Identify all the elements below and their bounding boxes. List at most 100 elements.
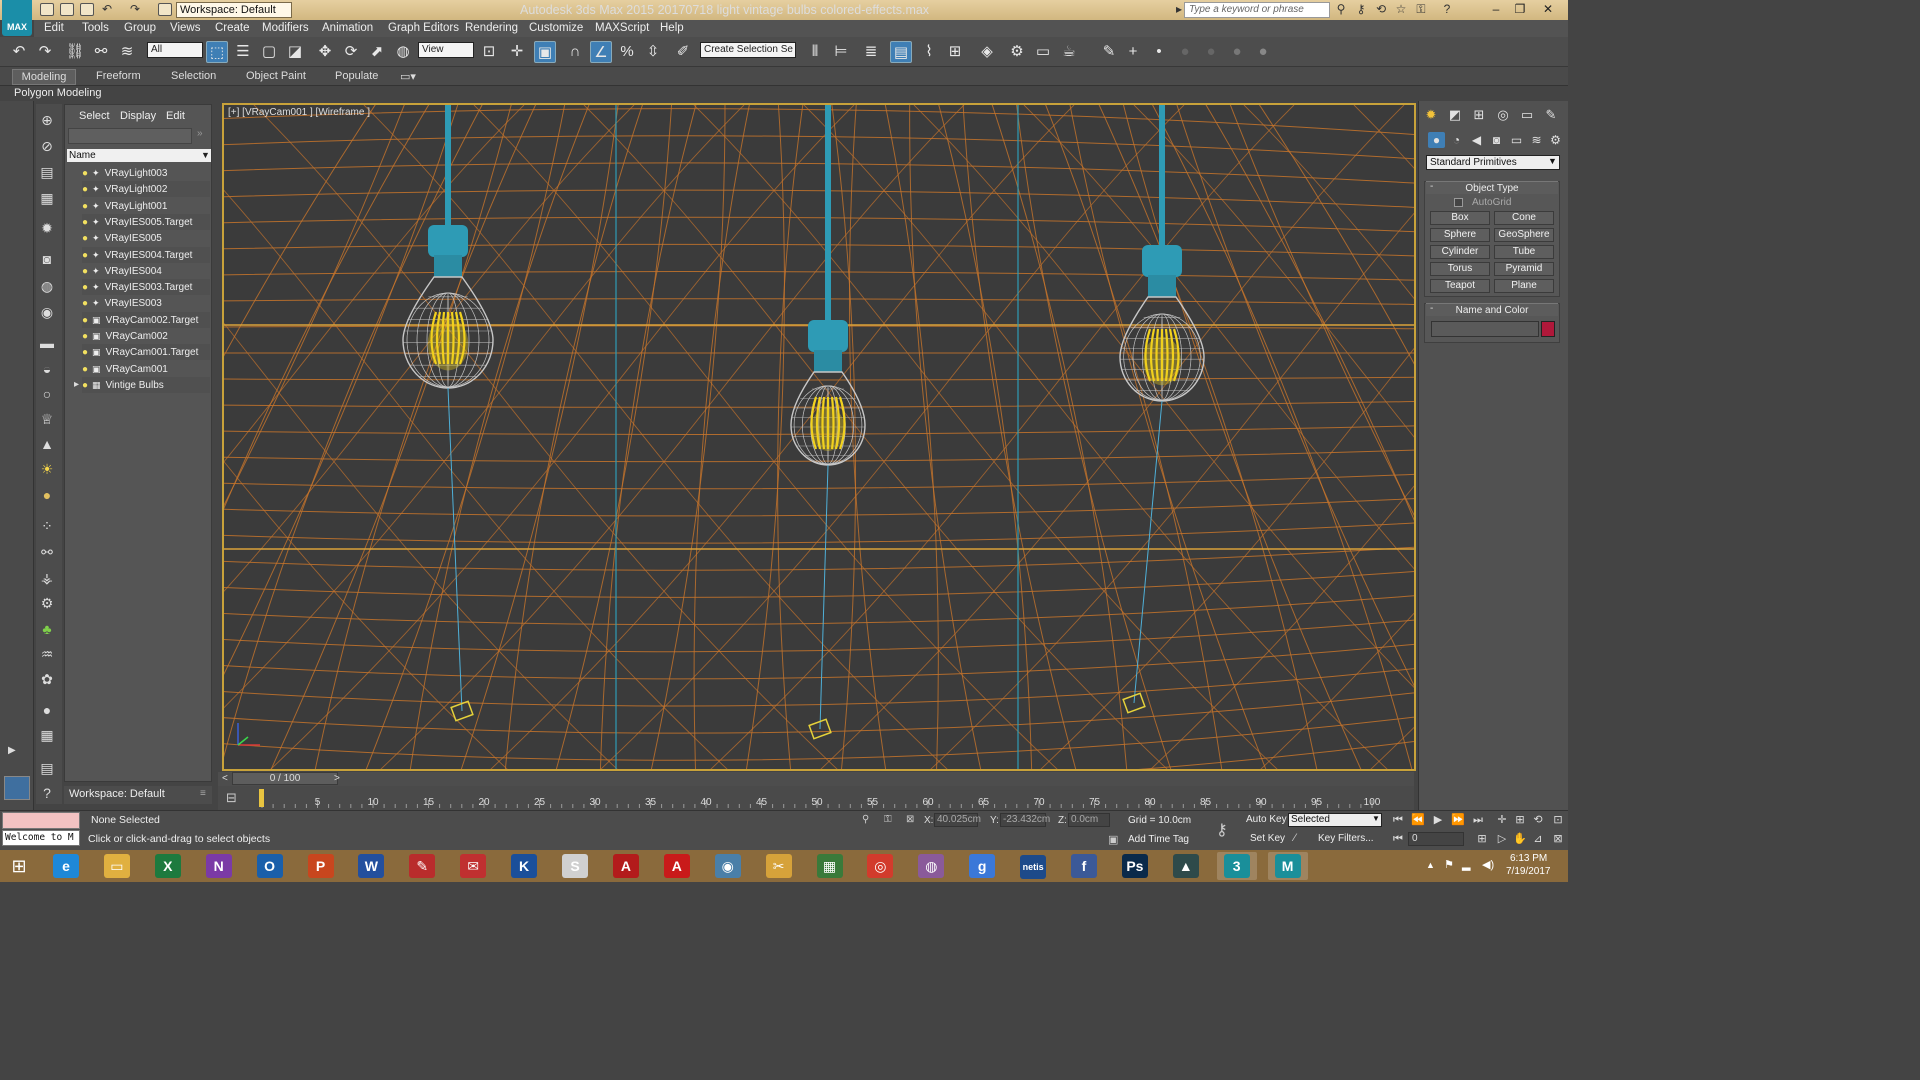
y-coordinate-field[interactable]: -23.432cm (1000, 813, 1050, 827)
network-icon[interactable]: ▂ (1462, 858, 1470, 871)
named-selection-dropdown[interactable]: Create Selection Se (700, 42, 796, 58)
volume-icon[interactable]: ◀) (1482, 858, 1494, 871)
action-center-icon[interactable]: ⚑ (1444, 858, 1454, 871)
move-icon[interactable]: ✥ (314, 41, 336, 63)
helpers-category-icon[interactable]: ▭ (1508, 132, 1525, 148)
display-none-icon[interactable]: ⊘ (37, 137, 57, 155)
explorer-tab-edit[interactable]: Edit (166, 110, 185, 122)
explorer-row[interactable]: ● ✦ VRayIES005.Target (82, 213, 210, 230)
app-globe-taskbar-icon[interactable]: ◉ (708, 852, 748, 880)
key-icon[interactable]: ⚷ (1354, 3, 1368, 16)
file-explorer-taskbar-icon[interactable]: ▭ (97, 852, 137, 880)
cameras-filter-icon[interactable]: ◙ (37, 250, 57, 268)
ribbon-tab-populate[interactable]: Populate (335, 70, 378, 82)
spacewarps-filter-icon[interactable]: ◉ (37, 303, 57, 321)
app-mountain-taskbar-icon[interactable]: ▲ (1166, 852, 1206, 880)
viewport-label[interactable]: [+] [VRayCam001 ] [Wireframe ] (228, 107, 370, 118)
workspace-dropdown[interactable]: Workspace: Default (176, 2, 292, 18)
powerpoint-taskbar-icon[interactable]: P (301, 852, 341, 880)
visibility-bulb-icon[interactable]: ● (82, 364, 88, 375)
explorer-row[interactable]: ● ✦ VRayIES003 (82, 295, 210, 311)
excel-taskbar-icon[interactable]: X (148, 852, 188, 880)
render-setup-icon[interactable]: ⚙ (1006, 41, 1028, 63)
explorer-search-input[interactable] (68, 128, 192, 144)
menu-views[interactable]: Views (170, 22, 200, 34)
geosphere-button[interactable]: GeoSphere (1494, 228, 1554, 242)
teapot-button[interactable]: Teapot (1430, 279, 1490, 293)
previous-key-icon[interactable]: ⏪ (1410, 813, 1426, 827)
link-icon[interactable]: ⛓ (64, 41, 86, 63)
menu-animation[interactable]: Animation (322, 22, 373, 34)
orbit-icon[interactable]: ⟲ (1530, 813, 1546, 827)
explorer-row[interactable]: ● ▣ VRayCam001 (82, 361, 210, 377)
tray-arrow-icon[interactable]: ▲ (1426, 860, 1435, 870)
zoom-icon[interactable]: ✛ (1494, 813, 1510, 827)
explorer-row[interactable]: ● ▣ VRayCam002 (82, 328, 210, 344)
place-icon[interactable]: ◍ (392, 41, 414, 63)
ribbon-tab-selection[interactable]: Selection (171, 70, 216, 82)
key-filters-button[interactable]: Key Filters... (1318, 833, 1374, 844)
help-icon[interactable]: ? (1440, 3, 1454, 16)
curve-editor-icon[interactable]: ⌇ (918, 41, 940, 63)
object-name-input[interactable] (1431, 321, 1539, 337)
gear-icon[interactable]: ⚙ (37, 594, 57, 612)
angle-snap-icon[interactable]: ∠ (590, 41, 612, 63)
explorer-row[interactable]: ● ✦ VRayIES003.Target (82, 279, 210, 296)
current-frame-field[interactable]: 0 (1408, 832, 1464, 846)
visibility-bulb-icon[interactable]: ● (82, 298, 88, 309)
schematic-view-icon[interactable]: ⊞ (944, 41, 966, 63)
acrobat-taskbar-icon[interactable]: A (606, 852, 646, 880)
ribbon-tab-object-paint[interactable]: Object Paint (246, 70, 306, 82)
time-slider-track[interactable] (218, 772, 1414, 786)
dvd-taskbar-icon[interactable]: ◍ (911, 852, 951, 880)
explorer-workspace-label[interactable]: Workspace: Default (64, 786, 212, 804)
time-tag-icon[interactable]: ▣ (1108, 833, 1118, 846)
rectangular-selection-icon[interactable]: ▢ (258, 41, 280, 63)
container-icon[interactable]: ♕ (37, 410, 57, 428)
maximize-viewport-icon[interactable]: ⊡ (1550, 813, 1566, 827)
minimize-button[interactable]: – (1484, 0, 1508, 18)
explorer-row[interactable]: ● ▣ VRayCam002.Target (82, 311, 210, 328)
menu-tools[interactable]: Tools (82, 22, 109, 34)
menu-graph-editors[interactable]: Graph Editors (388, 22, 459, 34)
orbit-subobject-icon[interactable]: ⊿ (1530, 832, 1546, 846)
spacewarps-category-icon[interactable]: ≋ (1528, 132, 1545, 148)
edit-named-selection-icon[interactable]: ✐ (672, 41, 694, 63)
lights-category-icon[interactable]: ◀ (1468, 132, 1485, 148)
undo-icon[interactable]: ↶ (8, 41, 30, 63)
snaps-toggle-icon[interactable]: ∩ (564, 41, 586, 63)
3dsmax-taskbar-icon[interactable]: M (1267, 852, 1308, 880)
app-tools-taskbar-icon[interactable]: ✂ (759, 852, 799, 880)
selection-filter-dropdown[interactable]: All (147, 42, 203, 58)
explorer-row[interactable]: ● ✦ VRayIES004.Target (82, 246, 210, 263)
facebook-taskbar-icon[interactable]: f (1064, 852, 1104, 880)
add-time-tag-button[interactable]: Add Time Tag (1128, 834, 1189, 845)
next-frame-icon[interactable]: > (334, 773, 340, 784)
play-icon[interactable]: ▶ (1430, 813, 1446, 827)
menu-group[interactable]: Group (124, 22, 156, 34)
auto-key-button[interactable]: Auto Key (1246, 814, 1287, 825)
menu-edit[interactable]: Edit (44, 22, 64, 34)
visibility-bulb-icon[interactable]: ● (82, 217, 88, 228)
maxscript-output[interactable]: Welcome to M (2, 830, 80, 846)
menu-help[interactable]: Help (660, 22, 684, 34)
visibility-bulb-icon[interactable]: ● (82, 380, 88, 391)
object-color-swatch[interactable] (1541, 321, 1555, 337)
help-icon[interactable]: ? (37, 784, 57, 802)
sphere-light-icon[interactable]: ● (37, 701, 57, 719)
app-blue-k-taskbar-icon[interactable]: K (504, 852, 544, 880)
rollout-minus-icon[interactable]: - (1430, 181, 1433, 192)
particles-icon[interactable]: ⁘ (37, 517, 57, 535)
cameras-category-icon[interactable]: ◙ (1488, 132, 1505, 148)
current-frame-marker[interactable] (259, 789, 264, 807)
window-crossing-icon[interactable]: ◪ (284, 41, 306, 63)
previous-frame-icon[interactable]: < (222, 773, 228, 784)
hierarchy-tab-icon[interactable]: ⊞ (1470, 106, 1488, 123)
geometry-icon[interactable]: ▬ (37, 334, 57, 352)
camera-viewport[interactable] (222, 103, 1416, 771)
explorer-row[interactable]: ● ✦ VRayLight001 (82, 198, 210, 214)
absolute-mode-icon[interactable]: ⊠ (906, 814, 914, 825)
cone-icon[interactable]: ▲ (37, 435, 57, 453)
grid-icon[interactable]: ▦ (37, 726, 57, 744)
select-object-icon[interactable]: ⬚ (206, 41, 228, 63)
